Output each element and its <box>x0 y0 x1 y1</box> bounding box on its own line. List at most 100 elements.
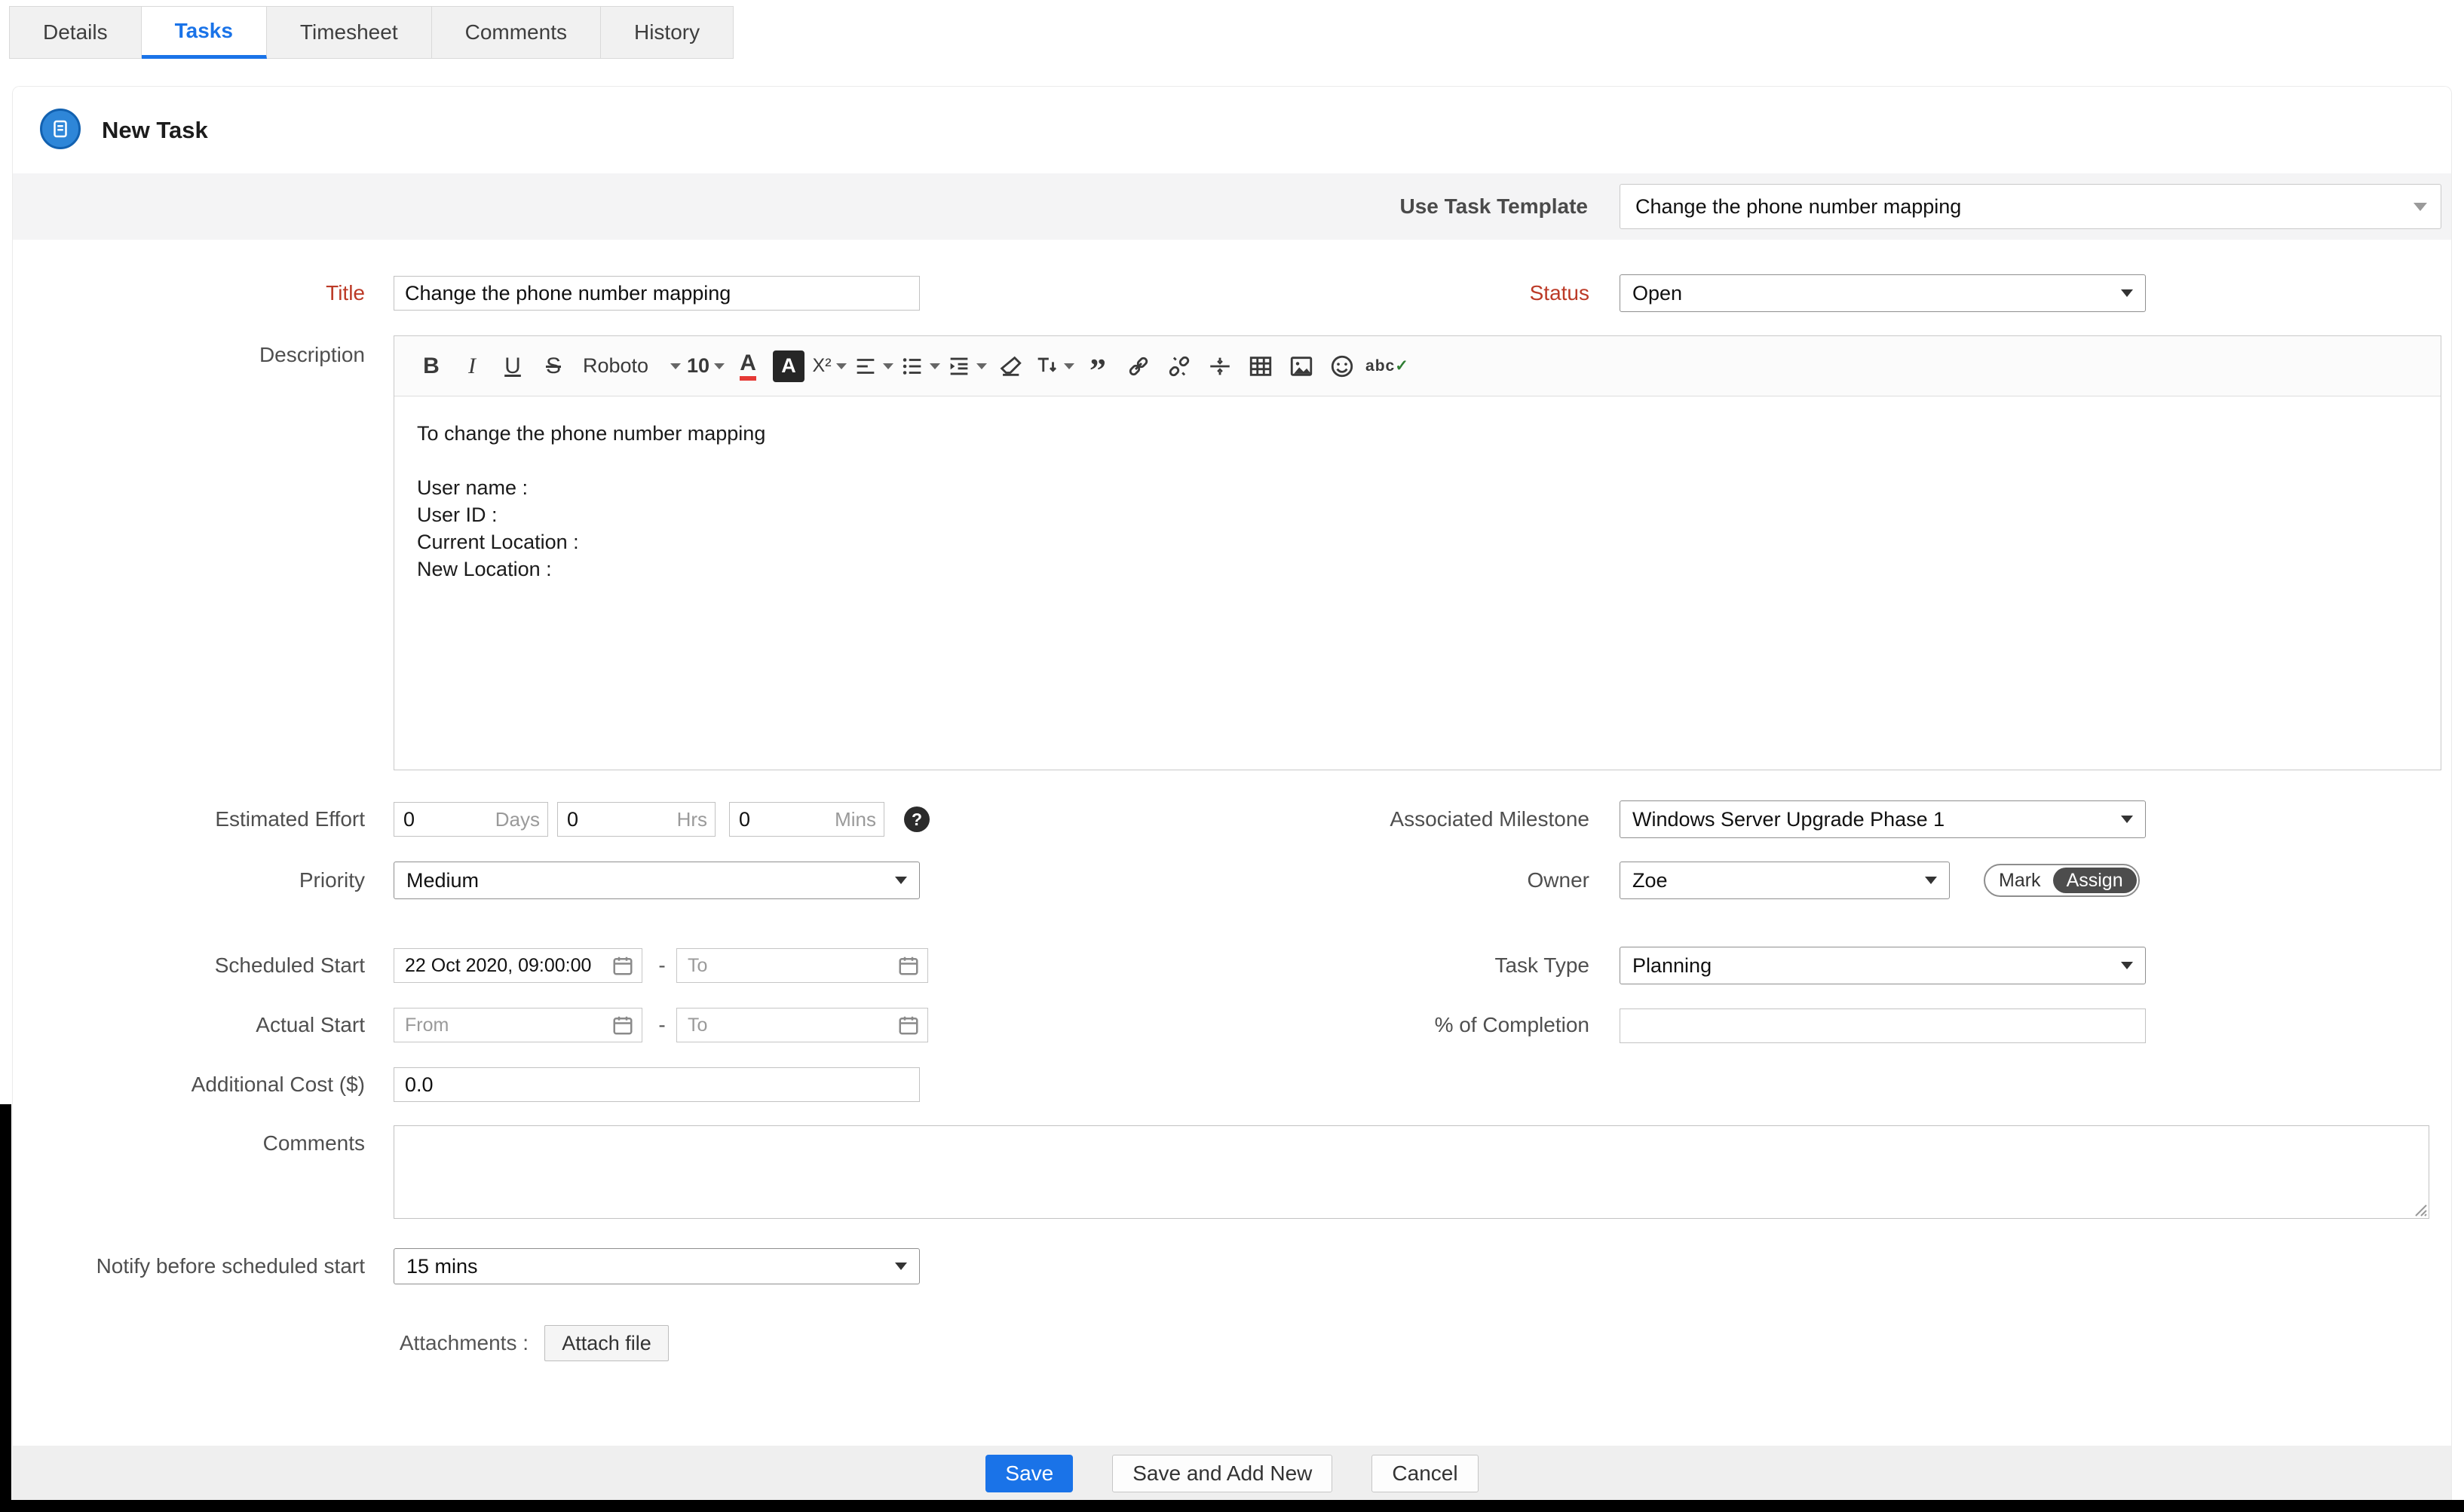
font-size-value: 10 <box>687 354 709 378</box>
effort-days-input[interactable] <box>394 808 473 831</box>
tab-history[interactable]: History <box>601 6 734 59</box>
description-line: Current Location : <box>417 528 2418 556</box>
chevron-down-icon <box>930 363 940 369</box>
quote-icon[interactable]: ” <box>1080 345 1115 387</box>
tab-details[interactable]: Details <box>9 6 142 59</box>
highlight-color-icon[interactable]: A <box>771 345 806 387</box>
chevron-down-icon <box>883 363 893 369</box>
spellcheck-icon[interactable]: abc ✓ <box>1365 345 1409 387</box>
italic-icon[interactable]: I <box>455 345 489 387</box>
new-task-screen: Details Tasks Timesheet Comments History… <box>0 0 2464 1512</box>
date-range-separator: - <box>652 948 672 983</box>
effort-days-group: Days <box>394 802 548 837</box>
effort-hours-input[interactable] <box>558 808 636 831</box>
owner-select[interactable]: Zoe <box>1620 862 1950 899</box>
actual-start-to-input[interactable] <box>686 1014 897 1037</box>
effort-mins-unit: Mins <box>835 808 876 831</box>
description-line: User ID : <box>417 501 2418 528</box>
notify-select[interactable]: 15 mins <box>394 1248 920 1284</box>
chevron-down-icon <box>670 363 681 369</box>
unlink-icon[interactable] <box>1162 345 1197 387</box>
highlight-letter: A <box>773 350 804 382</box>
font-color-letter: A <box>740 352 756 381</box>
cancel-button[interactable]: Cancel <box>1371 1455 1478 1492</box>
clear-format-icon[interactable] <box>993 345 1028 387</box>
calendar-icon[interactable] <box>897 1014 920 1036</box>
screen-edge-black-bottom <box>0 1500 2464 1512</box>
actual-start-from-field <box>394 1008 642 1042</box>
title-label: Title <box>13 275 365 311</box>
text-style-icon[interactable] <box>1034 345 1074 387</box>
scheduled-start-from-input[interactable] <box>403 954 611 978</box>
image-icon[interactable] <box>1284 345 1319 387</box>
priority-select[interactable]: Medium <box>394 862 920 899</box>
list-icon[interactable] <box>899 345 940 387</box>
task-type-value: Planning <box>1632 954 1712 978</box>
table-icon[interactable] <box>1243 345 1278 387</box>
scheduled-start-to-field <box>676 948 928 983</box>
attach-file-button[interactable]: Attach file <box>544 1325 669 1361</box>
title-status-row: Title Status Open <box>13 275 2451 311</box>
use-task-template-label: Use Task Template <box>1399 173 1588 240</box>
chevron-down-icon <box>1925 877 1937 884</box>
description-editor: B I U S Roboto 10 A A X² <box>394 335 2441 770</box>
priority-label: Priority <box>13 862 365 899</box>
effort-days-unit: Days <box>495 808 540 831</box>
superscript-icon[interactable]: X² <box>812 345 847 387</box>
owner-label: Owner <box>1219 862 1589 899</box>
page-title: New Task <box>102 87 208 173</box>
font-family-select[interactable]: Roboto <box>577 345 681 387</box>
status-label: Status <box>1219 275 1589 311</box>
strikethrough-icon[interactable]: S <box>536 345 571 387</box>
status-value: Open <box>1632 282 1682 305</box>
title-input[interactable] <box>394 276 920 311</box>
effort-milestone-row: Estimated Effort Days Hrs Mins ? Associa… <box>13 802 2451 837</box>
percent-completion-label: % of Completion <box>1219 1008 1589 1042</box>
bold-icon[interactable]: B <box>414 345 449 387</box>
font-color-icon[interactable]: A <box>731 345 765 387</box>
link-icon[interactable] <box>1121 345 1156 387</box>
calendar-icon[interactable] <box>611 954 634 977</box>
scheduled-start-from-field <box>394 948 642 983</box>
associated-milestone-select[interactable]: Windows Server Upgrade Phase 1 <box>1620 800 2146 838</box>
description-line: New Location : <box>417 556 2418 583</box>
tab-timesheet[interactable]: Timesheet <box>267 6 432 59</box>
tab-tasks[interactable]: Tasks <box>142 6 267 59</box>
status-select[interactable]: Open <box>1620 274 2146 312</box>
underline-icon[interactable]: U <box>495 345 530 387</box>
align-icon[interactable] <box>853 345 893 387</box>
screen-edge-black-left <box>0 1104 11 1512</box>
actual-start-from-input[interactable] <box>403 1014 611 1037</box>
notify-value: 15 mins <box>406 1255 478 1278</box>
font-size-select[interactable]: 10 <box>687 345 725 387</box>
effort-mins-input[interactable] <box>730 808 808 831</box>
actual-start-row: Actual Start - % of Completion <box>13 1008 2451 1042</box>
additional-cost-input[interactable] <box>394 1067 920 1102</box>
calendar-icon[interactable] <box>897 954 920 977</box>
chevron-down-icon <box>2121 816 2133 823</box>
save-button[interactable]: Save <box>985 1455 1073 1492</box>
comments-label: Comments <box>13 1131 365 1155</box>
help-icon[interactable]: ? <box>904 807 930 832</box>
owner-assign-button[interactable]: Assign <box>2053 868 2137 893</box>
owner-mark-button[interactable]: Mark <box>1987 870 2053 892</box>
tab-comments[interactable]: Comments <box>432 6 601 59</box>
chevron-down-icon <box>895 877 907 884</box>
description-label: Description <box>13 343 365 367</box>
indent-icon[interactable] <box>946 345 987 387</box>
attachments-label: Attachments : <box>13 1325 529 1361</box>
horizontal-rule-icon[interactable] <box>1203 345 1237 387</box>
description-content[interactable]: To change the phone number mapping User … <box>394 397 2441 770</box>
scheduled-start-to-input[interactable] <box>686 954 897 978</box>
task-template-select[interactable]: Change the phone number mapping <box>1620 184 2441 229</box>
comments-textarea[interactable] <box>394 1125 2429 1219</box>
percent-completion-input[interactable] <box>1620 1009 2146 1043</box>
emoji-icon[interactable] <box>1325 345 1359 387</box>
task-type-select[interactable]: Planning <box>1620 947 2146 984</box>
task-type-label: Task Type <box>1219 948 1589 983</box>
owner-mode-toggle: Mark Assign <box>1984 864 2140 897</box>
new-task-icon <box>40 109 81 149</box>
chevron-down-icon <box>2121 289 2133 297</box>
save-and-add-new-button[interactable]: Save and Add New <box>1112 1455 1332 1492</box>
calendar-icon[interactable] <box>611 1014 634 1036</box>
